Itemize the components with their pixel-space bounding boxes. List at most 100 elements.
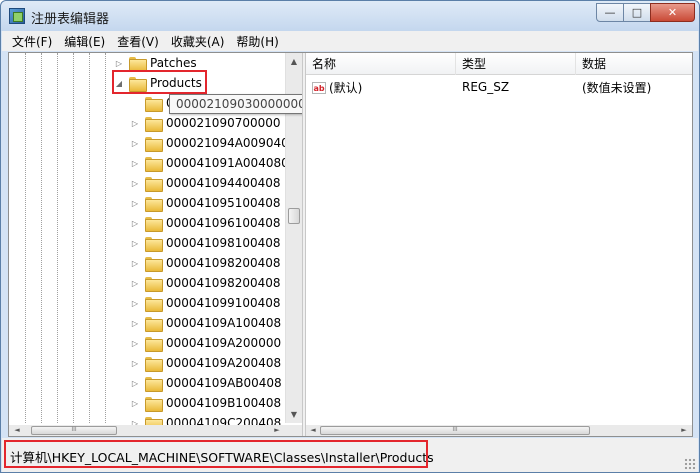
- tree-node-label: 00004109B100408: [166, 396, 282, 410]
- tree-guide-line: [73, 53, 74, 423]
- tree-node-product-key[interactable]: ▷ 00004109AB00408: [129, 373, 282, 393]
- tree-node-label: 000041094400408: [166, 176, 281, 190]
- list-header: 名称 类型 数据: [306, 53, 692, 75]
- expand-arrow-icon[interactable]: ▷: [129, 179, 141, 188]
- string-value-icon: ab: [312, 82, 326, 94]
- list-row-default[interactable]: ab (默认) REG_SZ (数值未设置): [306, 77, 692, 97]
- tree-guide-line: [57, 53, 58, 423]
- scroll-right-icon[interactable]: ►: [678, 425, 690, 436]
- expand-arrow-icon[interactable]: ▷: [129, 139, 141, 148]
- folder-icon: [145, 396, 163, 412]
- expand-arrow-icon[interactable]: ▷: [113, 59, 125, 68]
- tree-node-label: 000021090700000: [166, 116, 281, 130]
- tree-node-label: Patches: [150, 56, 197, 70]
- tree-node-label: 000041098100408: [166, 236, 281, 250]
- expand-arrow-icon[interactable]: ▷: [129, 399, 141, 408]
- registry-tree-pane[interactable]: ▷ Patches ◢ Products ▷000002109030000000…: [9, 53, 302, 436]
- tree-node-product-key[interactable]: ▷ 000041098200408: [129, 273, 281, 293]
- tree-node-label: 00004109AB00408: [166, 376, 282, 390]
- list-horizontal-scrollbar[interactable]: ◄ III ►: [306, 425, 692, 436]
- scroll-thumb[interactable]: III: [31, 426, 117, 435]
- tree-guide-line: [105, 53, 106, 423]
- value-data: (数值未设置): [582, 80, 652, 95]
- value-name-cell: ab (默认): [306, 79, 456, 96]
- menu-file[interactable]: 文件(F): [6, 33, 58, 50]
- close-button[interactable]: ✕: [650, 3, 695, 22]
- folder-icon: [145, 376, 163, 392]
- folder-icon: [145, 216, 163, 232]
- scroll-right-icon[interactable]: ►: [271, 425, 283, 436]
- products-highlight-box: [112, 70, 207, 94]
- maximize-button[interactable]: □: [623, 3, 651, 22]
- expand-arrow-icon[interactable]: ▷: [129, 199, 141, 208]
- tree-node-product-key[interactable]: ▷ 000041096100408: [129, 213, 281, 233]
- folder-icon: [129, 56, 147, 72]
- status-path-highlight-box: [4, 440, 428, 468]
- folder-icon: [145, 256, 163, 272]
- registry-editor-window: 注册表编辑器 — □ ✕ 文件(F) 编辑(E) 查看(V) 收藏夹(A) 帮助…: [0, 0, 700, 473]
- tree-node-product-key[interactable]: ▷ 000041099100408: [129, 293, 281, 313]
- scroll-up-icon[interactable]: ▲: [286, 53, 302, 70]
- expand-arrow-icon[interactable]: ▷: [129, 319, 141, 328]
- scroll-down-icon[interactable]: ▼: [286, 406, 302, 423]
- expand-arrow-icon[interactable]: ▷: [129, 239, 141, 248]
- tree-guide-line: [25, 53, 26, 423]
- status-bar: 计算机\HKEY_LOCAL_MACHINE\SOFTWARE\Classes\…: [2, 438, 698, 472]
- expand-arrow-icon[interactable]: ▷: [129, 299, 141, 308]
- tree-node-product-key[interactable]: ▷ 000041094400408: [129, 173, 281, 193]
- expand-arrow-icon[interactable]: ▷: [129, 279, 141, 288]
- tree-node-label: 000041096100408: [166, 216, 281, 230]
- expand-arrow-icon[interactable]: ▷: [129, 379, 141, 388]
- scroll-left-icon[interactable]: ◄: [307, 425, 319, 436]
- scroll-thumb[interactable]: [288, 208, 300, 224]
- tree-node-label: 00004109A200000: [166, 336, 282, 350]
- tree-node-product-key[interactable]: ▷ 000021094A009040: [129, 133, 289, 153]
- menu-edit[interactable]: 编辑(E): [58, 33, 111, 50]
- column-header-type[interactable]: 类型: [456, 53, 576, 75]
- window-controls: — □ ✕: [596, 3, 695, 22]
- tree-node-label: 00004109A200408: [166, 356, 282, 370]
- scroll-thumb[interactable]: III: [320, 426, 590, 435]
- main-content: ▷ Patches ◢ Products ▷000002109030000000…: [8, 52, 693, 437]
- tree-node-product-key[interactable]: ▷ 00004109B100408: [129, 393, 281, 413]
- folder-icon: [145, 316, 163, 332]
- column-header-name[interactable]: 名称: [306, 53, 456, 75]
- menu-view[interactable]: 查看(V): [111, 33, 165, 50]
- tree-node-label: 00004109A100408: [166, 316, 282, 330]
- folder-icon: [145, 116, 163, 132]
- expand-arrow-icon[interactable]: ▷: [129, 259, 141, 268]
- expand-arrow-icon[interactable]: ▷: [129, 159, 141, 168]
- tree-node-product-key[interactable]: ▷ 000041095100408: [129, 193, 281, 213]
- tree-node-label: 000041098200408: [166, 276, 281, 290]
- values-list-pane[interactable]: 名称 类型 数据 ab (默认) REG_SZ (数值未设置) ◄ III ►: [306, 53, 692, 436]
- tree-node-product-key[interactable]: ▷ 000041091A004080: [129, 153, 289, 173]
- expand-arrow-icon[interactable]: ▷: [129, 219, 141, 228]
- tree-node-product-key[interactable]: ▷ 00004109A200408: [129, 353, 281, 373]
- column-header-data[interactable]: 数据: [576, 53, 692, 75]
- expand-arrow-icon[interactable]: ▷: [129, 119, 141, 128]
- tree-node-label: 000041099100408: [166, 296, 281, 310]
- tree-node-product-key[interactable]: ▷ 00004109A200000: [129, 333, 281, 353]
- folder-icon: [145, 296, 163, 312]
- folder-icon: [145, 156, 163, 172]
- tree-node-product-key[interactable]: ▷ 000041098200408: [129, 253, 281, 273]
- title-bar[interactable]: 注册表编辑器 — □ ✕: [1, 1, 699, 31]
- tree-horizontal-scrollbar[interactable]: ◄ III ►: [9, 425, 302, 436]
- resize-grip-icon[interactable]: [684, 458, 696, 470]
- tree-node-label: 000041095100408: [166, 196, 281, 210]
- folder-icon: [145, 336, 163, 352]
- window-title: 注册表编辑器: [31, 12, 110, 27]
- tree-guide-lines: [9, 53, 119, 423]
- scroll-left-icon[interactable]: ◄: [11, 425, 23, 436]
- menu-help[interactable]: 帮助(H): [230, 33, 284, 50]
- tree-node-product-key[interactable]: ▷ 000041098100408: [129, 233, 281, 253]
- expand-arrow-icon[interactable]: ▷: [129, 359, 141, 368]
- regedit-app-icon: [9, 8, 25, 24]
- folder-icon: [145, 276, 163, 292]
- tree-node-product-key[interactable]: ▷ 000021090700000: [129, 113, 281, 133]
- menu-favorites[interactable]: 收藏夹(A): [165, 33, 231, 50]
- tree-guide-line: [89, 53, 90, 423]
- tree-node-product-key[interactable]: ▷ 00004109A100408: [129, 313, 281, 333]
- expand-arrow-icon[interactable]: ▷: [129, 339, 141, 348]
- minimize-button[interactable]: —: [596, 3, 624, 22]
